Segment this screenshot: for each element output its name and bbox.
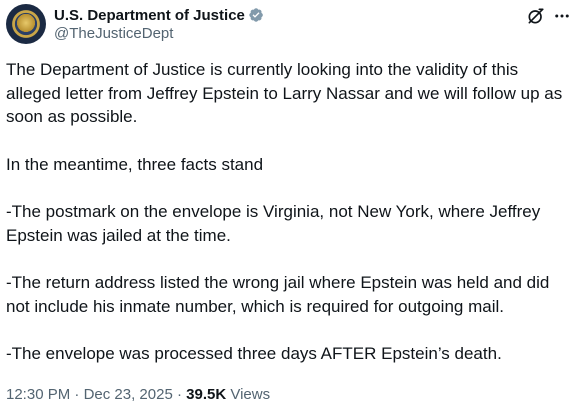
grok-icon[interactable] [526, 6, 546, 26]
post-text: The Department of Justice is currently l… [6, 58, 572, 366]
views-count: 39.5K [186, 386, 227, 403]
post-paragraph: -The postmark on the envelope is Virgini… [6, 202, 541, 245]
post-paragraph: The Department of Justice is currently l… [6, 60, 563, 126]
author-name-row: U.S. Department of Justice [54, 6, 264, 24]
more-icon[interactable] [552, 6, 572, 26]
post-paragraph: In the meantime, three facts stand [6, 154, 264, 174]
meta-separator: · [70, 386, 84, 403]
post-paragraph: -The envelope was processed three days A… [6, 344, 502, 363]
post-date[interactable]: Dec 23, 2025 [84, 386, 173, 403]
doj-seal-icon [15, 13, 37, 35]
post-paragraph: -The return address listed the wrong jai… [6, 273, 550, 316]
author-avatar[interactable] [6, 4, 46, 44]
meta-separator: · [172, 386, 187, 403]
author-handle[interactable]: @TheJusticeDept [54, 25, 173, 42]
post-time[interactable]: 12:30 PM [6, 386, 70, 403]
views-label: Views [226, 386, 271, 403]
verified-badge-icon[interactable] [248, 7, 264, 23]
post-meta: 12:30 PM · Dec 23, 2025 · 39.5K Views [6, 386, 270, 403]
post-detail: U.S. Department of Justice @TheJusticeDe… [0, 0, 579, 419]
author-display-name[interactable]: U.S. Department of Justice [54, 7, 245, 24]
